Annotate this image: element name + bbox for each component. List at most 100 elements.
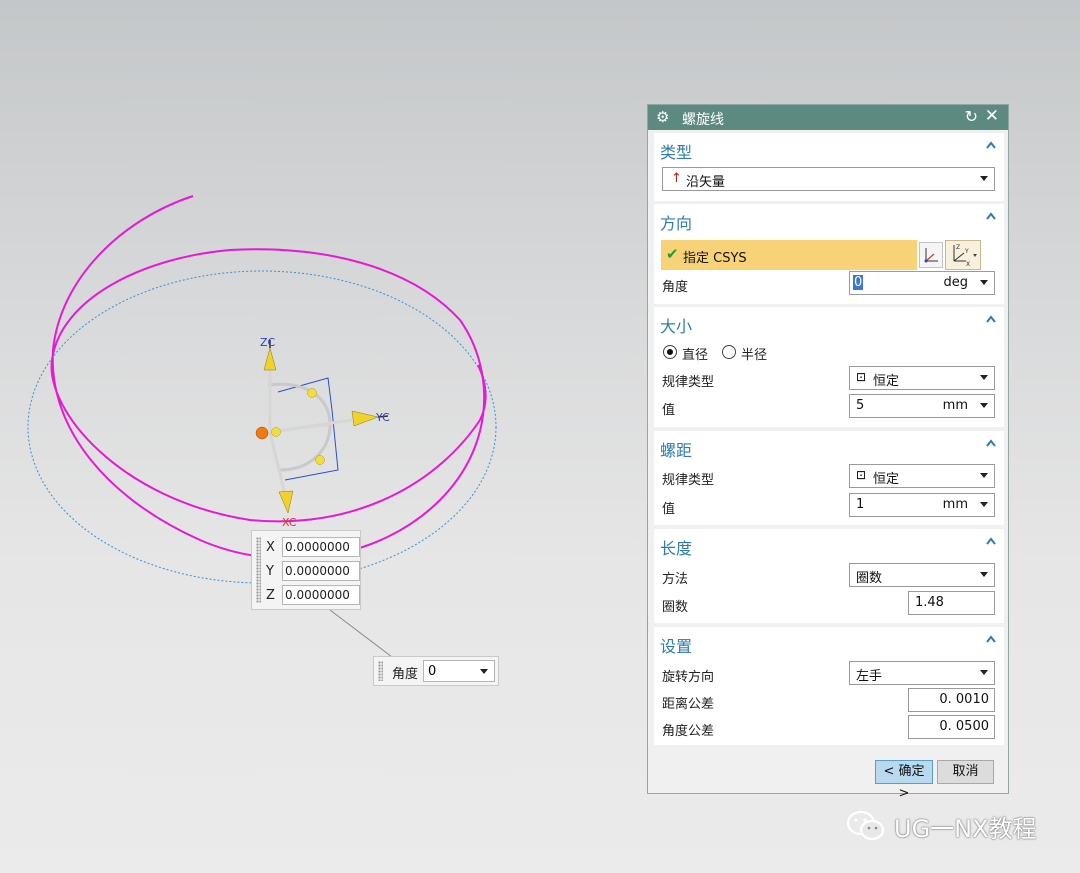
csys-manipulator[interactable]: ZC YC XC [255,336,390,529]
gear-icon: ⚙ [656,108,670,126]
chevron-up-icon[interactable] [986,635,996,645]
y-coordinate-row: Y [266,560,360,582]
ok-button[interactable]: < 确定 > [875,760,933,801]
settings-group-header[interactable]: 设置 [660,633,692,657]
specify-csys-label: 指定 CSYS [683,251,747,266]
rotation-direction-label: 旋转方向 [662,670,715,685]
angle-tolerance-value: 0. 0500 [939,719,989,734]
distance-tolerance-value: 0. 0010 [939,692,989,707]
type-group-header[interactable]: 类型 [660,139,692,163]
y-coordinate-input[interactable] [282,561,360,581]
rotation-handle-3[interactable] [315,455,325,465]
size-unit: mm [942,398,968,413]
x-axis-line [268,431,287,496]
pitch-group-header[interactable]: 螺距 [660,437,692,461]
distance-tolerance-label: 距离公差 [662,697,715,712]
chevron-down-icon [480,669,488,674]
angle-tolerance-input[interactable]: 0. 0500 [908,715,995,739]
leader-line [329,609,393,658]
pitch-law-type-label: 规律类型 [662,473,715,488]
size-value-label: 值 [662,403,676,418]
svg-text:Y: Y [964,248,969,255]
csys-axes-icon: Z Y X [953,244,977,268]
diameter-radio[interactable] [663,345,677,359]
distance-tolerance-input[interactable]: 0. 0010 [908,688,995,712]
dialog-title: 螺旋线 [682,112,724,128]
y-arrow-handle[interactable] [351,410,379,427]
pitch-value: 1 [856,497,865,512]
wechat-icon [846,810,885,841]
type-dropdown[interactable]: ↑ 沿矢量 [662,167,995,191]
turns-input[interactable]: 1.48 [908,591,995,615]
chevron-up-icon[interactable] [986,315,996,325]
size-law-type-label: 规律类型 [662,375,715,390]
coordinate-input-box: X Y Z [251,530,361,610]
law-constant-icon: ⊡ [856,370,867,384]
csys-dialog-button[interactable] [919,242,943,268]
angle-dropdown[interactable]: 0 [423,660,495,682]
specify-csys-selector[interactable]: ✔ 指定 CSYS [661,240,917,270]
x-coordinate-input[interactable] [282,537,360,557]
angle-tolerance-label: 角度公差 [662,724,715,739]
size-law-type-dropdown[interactable]: ⊡ 恒定 [849,366,995,390]
graphics-viewport[interactable]: ZC YC XC X Y Z 角度 0 [0,0,640,873]
size-group-header[interactable]: 大小 [660,313,692,337]
origin-handle[interactable] [255,426,269,440]
chevron-down-icon [980,572,988,577]
direction-group: 方向 ✔ 指定 CSYS Z Y X 角度 0 deg [654,204,1004,304]
z-coordinate-row: Z [266,584,360,606]
direction-group-header[interactable]: 方向 [660,210,692,234]
length-group: 长度 方法 圈数 圈数 1.48 [654,529,1004,623]
diameter-label: 直径 [682,348,709,363]
angle-input-box: 角度 0 [373,656,499,686]
reset-icon[interactable]: ↻ [965,107,978,126]
pitch-law-type-dropdown[interactable]: ⊡ 恒定 [849,464,995,488]
direction-angle-input[interactable]: 0 deg [849,271,995,295]
cancel-button[interactable]: 取消 [937,760,994,784]
rotation-handle-2[interactable] [271,427,281,437]
pitch-value-input[interactable]: 1 mm [849,493,995,517]
size-value: 5 [856,398,865,413]
close-icon[interactable]: ✕ [985,106,999,126]
x-axis-label: XC [282,516,297,529]
chevron-up-icon[interactable] [986,537,996,547]
rotation-direction-dropdown[interactable]: 左手 [849,661,995,685]
watermark-text: UG一NX教程 [894,814,1037,843]
settings-group: 设置 旋转方向 左手 距离公差 0. 0010 角度公差 0. 0500 [654,627,1004,745]
csys-dialog-icon [924,248,938,263]
method-value: 圈数 [856,571,883,586]
method-label: 方法 [662,572,689,587]
vector-arrow-icon: ↑ [671,171,682,186]
inferred-csys-dropdown[interactable]: Z Y X [945,240,981,270]
pitch-unit: mm [942,497,968,512]
type-value: 沿矢量 [686,175,726,190]
size-value-input[interactable]: 5 mm [849,394,995,418]
chevron-down-icon [980,670,988,675]
helix-dialog: ⚙ 螺旋线 ↻ ✕ 类型 ↑ 沿矢量 方向 ✔ 指定 CSYS Z Y X 角度… [647,104,1009,801]
drag-grip[interactable] [256,537,261,603]
chevron-up-icon[interactable] [986,439,996,449]
chevron-down-icon [980,176,988,181]
chevron-up-icon[interactable] [986,141,996,151]
x-coordinate-row: X [266,536,360,558]
chevron-down-icon [980,403,988,408]
watermark: UG一NX教程 [846,808,1037,844]
direction-angle-value: 0 [853,275,864,290]
y-axis-label: YC [375,411,390,424]
drag-grip[interactable] [378,661,383,681]
rotation-handle-1[interactable] [307,388,317,398]
angle-value: 0 [428,664,437,679]
dialog-titlebar[interactable]: ⚙ 螺旋线 ↻ ✕ [648,105,1008,130]
method-dropdown[interactable]: 圈数 [849,563,995,587]
size-group: 大小 直径 半径 规律类型 ⊡ 恒定 值 5 mm [654,307,1004,427]
chevron-down-icon [980,375,988,380]
angle-label: 角度 [662,280,689,295]
x-arrow-handle[interactable] [278,490,294,514]
radius-radio[interactable] [722,345,736,359]
z-arrow-handle[interactable] [263,347,277,371]
pitch-value-label: 值 [662,502,676,517]
svg-text:Z: Z [956,244,960,251]
z-coordinate-input[interactable] [282,585,360,605]
length-group-header[interactable]: 长度 [660,535,692,559]
chevron-up-icon[interactable] [986,212,996,222]
